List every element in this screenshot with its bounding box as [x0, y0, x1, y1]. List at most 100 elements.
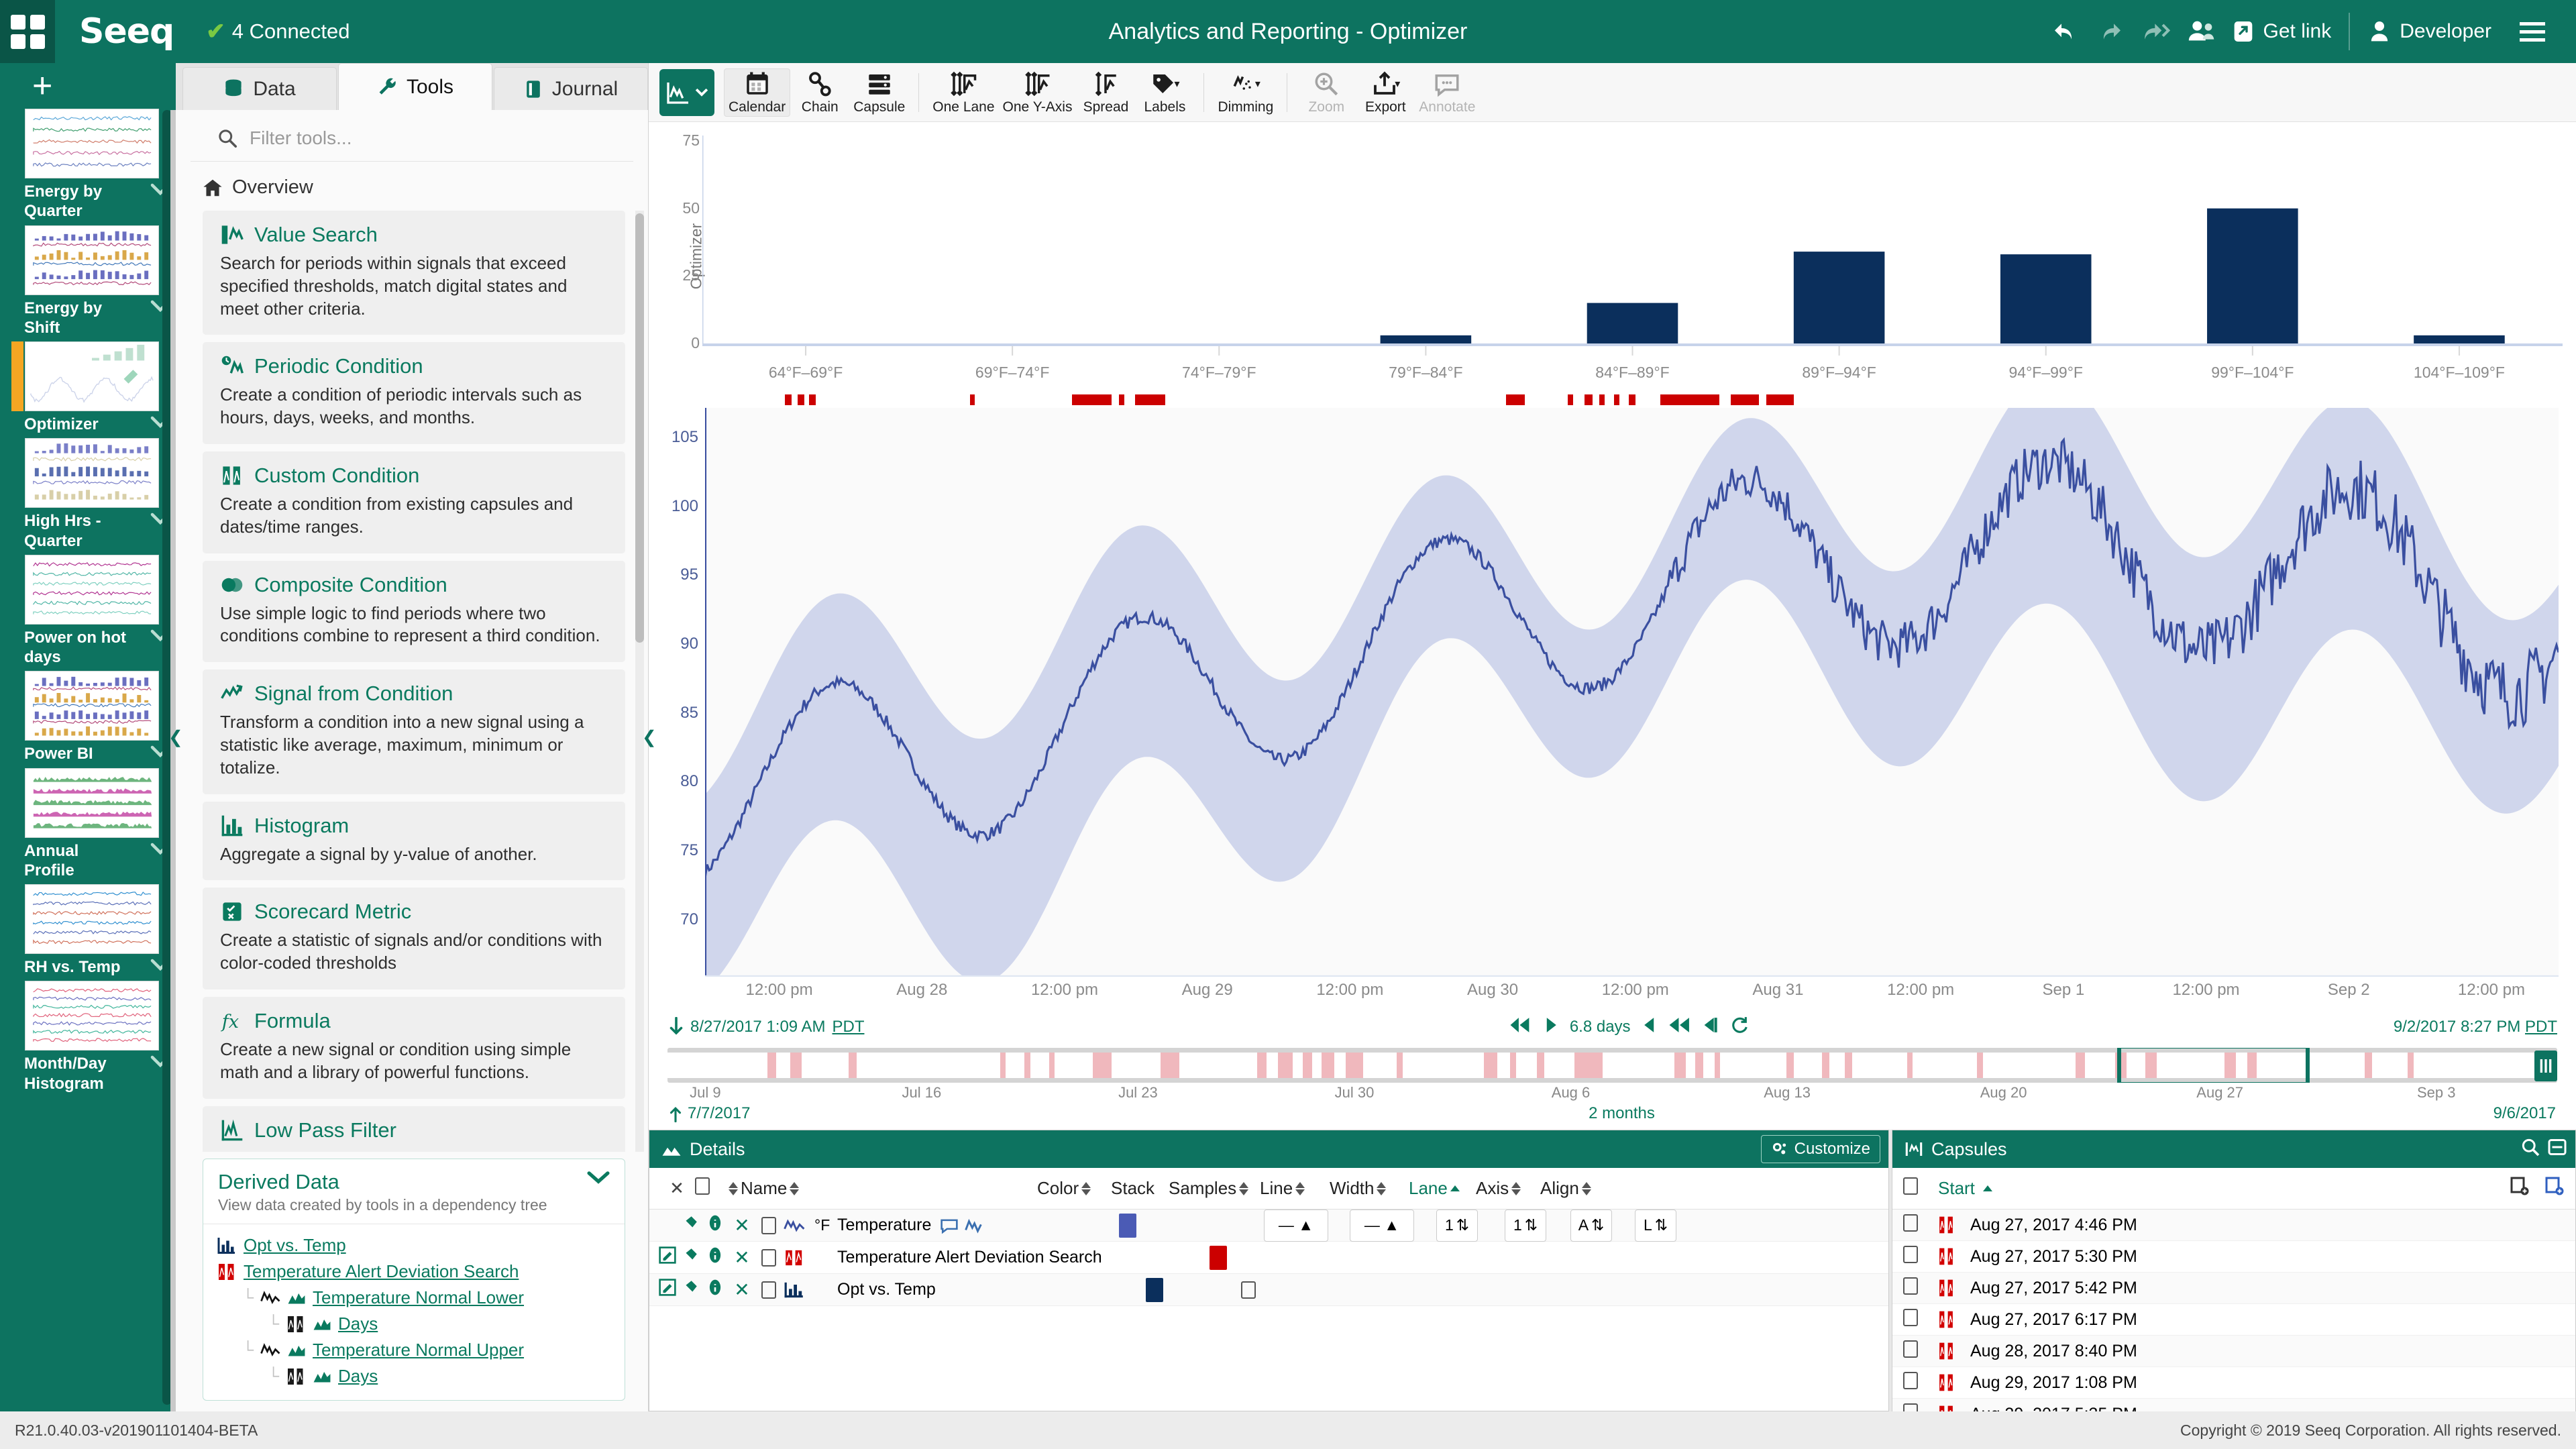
derived-node[interactable]: └Days — [217, 1363, 611, 1389]
trend-chart[interactable]: (Lane 1) 707580859095100105 12:00 pmAug … — [649, 390, 2576, 1009]
tab-journal[interactable]: Journal — [494, 67, 648, 110]
worksheet-list[interactable]: Energy by QuarterEnergy by ShiftOptimize… — [0, 109, 176, 1411]
capsule-row[interactable]: Aug 27, 2017 6:17 PM — [1892, 1304, 2575, 1336]
toolbar-button-capsule[interactable]: Capsule — [849, 68, 909, 117]
capsule-row-checkbox[interactable] — [1903, 1309, 1938, 1331]
remove-all-icon[interactable]: ✕ — [659, 1178, 695, 1199]
lane-stepper[interactable]: 1⇅ — [1505, 1210, 1546, 1242]
align-stepper[interactable]: L⇅ — [1635, 1210, 1676, 1242]
capsule-marker[interactable] — [1135, 394, 1165, 405]
histogram-bar[interactable] — [2414, 335, 2505, 343]
worksheet-item-high-hrs-quarter[interactable]: High Hrs - Quarter — [0, 438, 176, 555]
capsule-marker[interactable] — [1629, 394, 1635, 405]
color-swatch[interactable] — [1210, 1246, 1227, 1270]
row-checkbox[interactable] — [754, 1281, 784, 1299]
step-back-icon[interactable] — [1543, 1016, 1559, 1039]
seeq-logo[interactable]: Seeq — [79, 11, 174, 52]
derived-node[interactable]: └Temperature Normal Upper — [217, 1337, 611, 1363]
range-track[interactable] — [667, 1048, 2557, 1083]
range-end-button[interactable] — [2534, 1051, 2557, 1081]
histogram-bar[interactable] — [2207, 209, 2298, 343]
tool-card-value-search[interactable]: Value SearchSearch for periods within si… — [203, 211, 625, 335]
derived-node-label[interactable]: Days — [338, 1363, 378, 1389]
capsule-row-checkbox[interactable] — [1903, 1277, 1938, 1299]
toolbar-button-calendar[interactable]: Calendar — [724, 68, 790, 117]
filter-tools-input[interactable]: Filter tools... — [191, 110, 633, 162]
capsules-select-all-checkbox[interactable] — [1903, 1177, 1938, 1199]
toolbar-button-one-lane[interactable]: One Lane — [928, 68, 998, 117]
tool-card-periodic-condition[interactable]: Periodic ConditionCreate a condition of … — [203, 342, 625, 444]
range-start-date[interactable]: 7/7/2017 — [669, 1104, 750, 1123]
worksheet-item-energy-by-quarter[interactable]: Energy by Quarter — [0, 109, 176, 225]
capsule-marker[interactable] — [1660, 394, 1719, 405]
time-range-scrollbar[interactable]: Jul 9Jul 16Jul 23Jul 30Aug 6Aug 13Aug 20… — [649, 1045, 2576, 1097]
capsule-marker[interactable] — [798, 394, 804, 405]
pin-icon[interactable] — [682, 1214, 707, 1236]
worksheet-item-rh-vs-temp[interactable]: RH vs. Temp — [0, 884, 176, 981]
details-row[interactable]: ✕Temperature Alert Deviation Search — [649, 1242, 1888, 1274]
derived-node-label[interactable]: Temperature Normal Lower — [313, 1285, 524, 1311]
get-link-button[interactable]: Get link — [2224, 18, 2339, 45]
capsule-marker[interactable] — [1614, 394, 1619, 405]
capsule-row[interactable]: Aug 27, 2017 4:46 PM — [1892, 1210, 2575, 1241]
remove-icon[interactable]: ✕ — [730, 1214, 754, 1236]
capsule-row-checkbox[interactable] — [1903, 1214, 1938, 1236]
column-name-label[interactable]: Name — [741, 1178, 787, 1199]
sidebar-scrollbar[interactable] — [170, 110, 176, 1411]
range-selection-handle[interactable] — [2117, 1048, 2310, 1083]
capsule-marker[interactable] — [970, 394, 975, 405]
select-all-checkbox[interactable] — [695, 1177, 726, 1199]
capsule-marker[interactable] — [1766, 394, 1794, 405]
info-icon[interactable] — [707, 1214, 730, 1236]
capsule-row-checkbox[interactable] — [1903, 1372, 1938, 1394]
capsule-marker[interactable] — [785, 394, 792, 405]
pin-icon[interactable] — [682, 1246, 707, 1269]
worksheet-item-annual-profile[interactable]: Annual Profile — [0, 768, 176, 885]
derived-node-label[interactable]: Days — [338, 1311, 378, 1337]
tab-data[interactable]: Data — [182, 67, 337, 110]
capsule-marker[interactable] — [1506, 394, 1525, 405]
capsule-marker[interactable] — [1568, 394, 1573, 405]
duration-label[interactable]: 6.8 days — [1570, 1018, 1631, 1036]
toolbar-button-chain[interactable]: Chain — [790, 68, 849, 117]
add-column-icon[interactable] — [2510, 1176, 2530, 1201]
worksheet-item-optimizer[interactable]: Optimizer — [0, 341, 176, 438]
color-swatch[interactable] — [1119, 1214, 1136, 1238]
derived-node[interactable]: Temperature Alert Deviation Search — [217, 1258, 611, 1285]
worksheet-item-power-on-hot-days[interactable]: Power on hot days — [0, 555, 176, 672]
step-back-fast-icon[interactable] — [1509, 1016, 1532, 1039]
capsule-marker[interactable] — [1119, 394, 1124, 405]
capsule-marker[interactable] — [1585, 394, 1593, 405]
toolbar-button-export[interactable]: ▾Export — [1356, 68, 1415, 117]
toolbar-button-dimming[interactable]: ▾Dimming — [1214, 68, 1277, 117]
customize-button[interactable]: Customize — [1761, 1135, 1880, 1163]
toolbar-button-spread[interactable]: Spread — [1076, 68, 1135, 117]
derived-data-header[interactable]: Derived Data View data created by tools … — [203, 1159, 625, 1224]
worksheet-item-power-bi[interactable]: Power BI — [0, 671, 176, 767]
capsule-row[interactable]: Aug 28, 2017 8:40 PM — [1892, 1336, 2575, 1367]
collapse-sidebar-icon[interactable]: ❮ — [168, 727, 183, 748]
range-start-timezone[interactable]: PDT — [833, 1018, 865, 1036]
undo-icon[interactable] — [2042, 0, 2088, 63]
share-users-icon[interactable] — [2179, 0, 2224, 63]
line-stepper[interactable]: — ▲ — [1350, 1210, 1414, 1242]
derived-node[interactable]: └Days — [217, 1311, 611, 1337]
remove-icon[interactable]: ✕ — [730, 1279, 754, 1301]
capsule-marker[interactable] — [809, 394, 816, 405]
edit-icon[interactable] — [659, 1246, 682, 1269]
histogram-bar[interactable] — [1381, 335, 1472, 343]
app-launcher-button[interactable] — [0, 0, 55, 63]
capsule-row[interactable]: Aug 27, 2017 5:30 PM — [1892, 1241, 2575, 1273]
tab-tools[interactable]: Tools — [338, 63, 492, 110]
redo-icon[interactable] — [2088, 0, 2133, 63]
range-end-timezone[interactable]: PDT — [2525, 1018, 2557, 1036]
add-worksheet-button[interactable]: + — [0, 63, 176, 109]
derived-node-label[interactable]: Temperature Alert Deviation Search — [244, 1258, 519, 1285]
tool-card-custom-condition[interactable]: Custom ConditionCreate a condition from … — [203, 451, 625, 553]
info-icon[interactable] — [707, 1279, 730, 1301]
column-stack[interactable]: Stack — [1111, 1178, 1169, 1199]
step-forward-icon[interactable] — [1642, 1016, 1658, 1039]
capsule-row-checkbox[interactable] — [1903, 1340, 1938, 1362]
toolbar-button-labels[interactable]: ▾Labels — [1135, 68, 1194, 117]
tools-list[interactable]: Value SearchSearch for periods within si… — [176, 211, 648, 1152]
